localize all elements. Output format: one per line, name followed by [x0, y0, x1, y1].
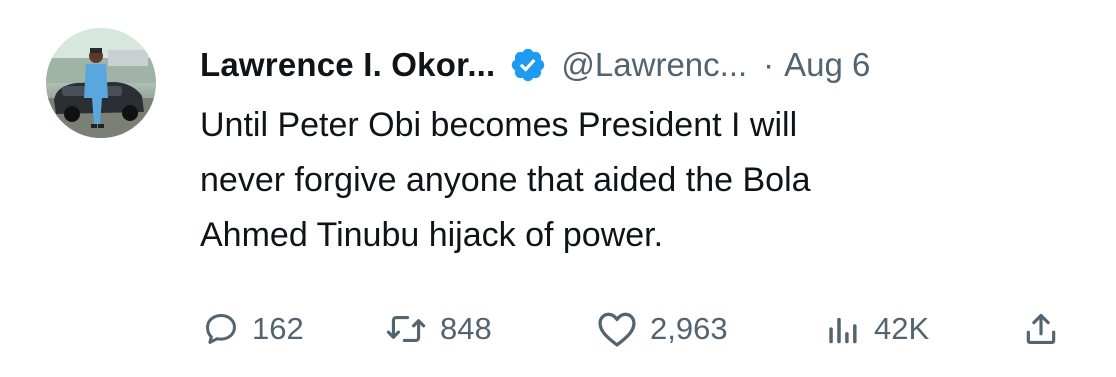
header-separator: ·	[763, 46, 775, 83]
heart-icon	[596, 310, 638, 348]
share-icon	[1022, 310, 1060, 348]
retweet-icon	[384, 310, 428, 348]
like-count: 2,963	[650, 311, 728, 346]
author-name[interactable]: Lawrence I. Okor...	[200, 46, 495, 84]
share-button[interactable]	[1022, 305, 1060, 353]
like-button[interactable]: 2,963	[596, 305, 728, 353]
views-button[interactable]: 42K	[822, 305, 929, 353]
reply-button[interactable]: 162	[202, 305, 304, 353]
verified-badge-icon	[509, 46, 547, 84]
tweet-card[interactable]: Lawrence I. Okor... @Lawrenc... · Aug 6 …	[0, 0, 1116, 377]
views-icon	[822, 310, 862, 348]
retweet-button[interactable]: 848	[384, 305, 492, 353]
tweet-text: Until Peter Obi becomes President I will…	[200, 98, 1080, 263]
retweet-count: 848	[440, 311, 492, 346]
tweet-text-line: Until Peter Obi becomes President I will	[200, 106, 798, 144]
views-count: 42K	[874, 311, 930, 346]
reply-icon	[202, 310, 240, 348]
tweet-text-line: Ahmed Tinubu hijack of power.	[200, 216, 664, 254]
avatar-photo	[46, 28, 156, 138]
avatar[interactable]	[46, 28, 156, 138]
author-handle[interactable]: @Lawrenc...	[561, 46, 747, 84]
reply-count: 162	[252, 311, 304, 346]
tweet-date[interactable]: Aug 6	[784, 46, 870, 84]
tweet-header: Lawrence I. Okor... @Lawrenc... · Aug 6	[200, 40, 870, 90]
tweet-text-line: never forgive anyone that aided the Bola	[200, 161, 811, 199]
action-bar: 162 848 2,963 42K	[200, 305, 1080, 353]
